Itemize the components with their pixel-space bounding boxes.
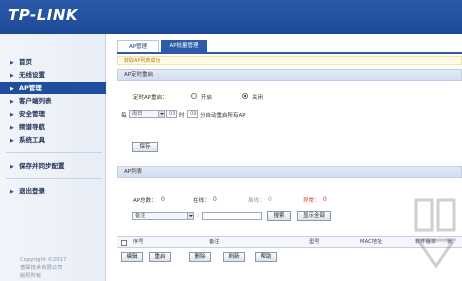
search-button[interactable]: 搜索 [267,211,291,221]
sidebar-item-label: 退出登录 [19,187,45,195]
show-all-button[interactable]: 显示全部 [297,211,331,221]
copyright-text: Copyright ©2017 普联技术有限公司 版权所有 [20,256,100,280]
sidebar-item-label: 频谱导航 [19,123,45,131]
triangle-right-icon: ▶ [10,164,14,170]
main-content: AP管理 AP批量管理 获取AP列表成功 AP定时重启 定时AP重启： 开启 关… [107,34,462,281]
reboot-panel-title: AP定时重启 [117,69,462,81]
day-select-value: 周日 [132,111,143,117]
reboot-off-radio[interactable] [242,93,248,99]
sidebar-divider [6,152,102,153]
search-input[interactable] [202,212,262,220]
refresh-button[interactable]: 刷新 [223,252,245,262]
sidebar-item-logout[interactable]: ▶ 退出登录 [0,185,106,197]
sidebar-item-label: 保存并同步配置 [19,162,65,170]
ap-list-panel-title: AP列表 [117,166,462,178]
triangle-right-icon: ▶ [10,60,14,66]
copyright-line: 版权所有 [20,273,42,279]
ap-abnormal-value: 0 [323,196,327,203]
sidebar-item-security[interactable]: ▶ 安全管理 [0,108,106,120]
sidebar-item-wireless[interactable]: ▶ 无线设置 [0,69,106,81]
delete-button[interactable]: 删除 [189,252,211,262]
hour-unit-label: 时 [179,113,185,119]
column-index: 序号 [133,239,144,245]
sidebar-item-system-tools[interactable]: ▶ 系统工具 [0,134,106,146]
triangle-right-icon: ▶ [10,112,14,118]
sidebar: ▶ 首页 ▶ 无线设置 ▶ AP管理 ▶ 客户端列表 ▶ 安全管理 ▶ 频谱导航 ▶ 系统工具… [0,34,106,281]
sidebar-item-label: 安全管理 [19,110,45,118]
ap-online-label: 在线： [193,198,210,204]
sidebar-divider [6,178,102,179]
tab-ap-management[interactable]: AP管理 [117,40,159,52]
filter-colon: : [197,213,199,219]
ap-online-value: 0 [213,196,217,203]
filter-field-select[interactable]: 备注 [132,212,194,220]
sidebar-item-label: 系统工具 [19,136,45,144]
sidebar-item-client-list[interactable]: ▶ 客户端列表 [0,95,106,107]
column-model: 型号 [309,239,320,245]
sidebar-item-spectrum[interactable]: ▶ 频谱导航 [0,121,106,133]
column-mac: MAC地址 [360,239,383,245]
download-logo-icon [414,198,457,269]
triangle-right-icon: ▶ [10,86,14,92]
ap-total-label: AP总数： [133,198,157,204]
day-select[interactable]: 周日 [129,110,165,118]
triangle-right-icon: ▶ [10,138,14,144]
reboot-on-radio[interactable] [191,93,197,99]
sidebar-item-label: 客户端列表 [19,97,52,105]
sidebar-item-home[interactable]: ▶ 首页 [0,56,106,68]
column-remark: 备注 [209,239,220,245]
ap-offline-value: 0 [268,196,272,203]
sidebar-item-label: AP管理 [19,84,42,92]
chevron-down-icon [187,213,193,219]
every-label: 每 [121,113,127,119]
reboot-on-label: 开启 [201,95,213,101]
ap-offline-label: 离线： [248,198,265,204]
sidebar-item-ap-management[interactable]: ▶ AP管理 [0,82,106,94]
tab-ap-batch-management[interactable]: AP批量管理 [161,40,207,52]
reboot-button[interactable]: 重启 [149,252,171,262]
reboot-off-label: 关闭 [252,95,264,101]
filter-select-value: 备注 [135,213,146,219]
reboot-label: 定时AP重启： [133,95,168,101]
triangle-right-icon: ▶ [10,125,14,131]
save-button[interactable]: 保存 [132,142,158,152]
minute-suffix-label: 分自动重启所有AP [200,113,246,119]
hour-input[interactable]: 03 [166,110,177,118]
chevron-down-icon [158,111,164,117]
success-notice: 获取AP列表成功 [117,56,462,65]
sidebar-item-label: 首页 [19,58,32,66]
triangle-right-icon: ▶ [10,73,14,79]
help-button[interactable]: 帮助 [255,252,277,262]
copyright-line: 普联技术有限公司 [20,265,63,271]
ap-table-header: 序号 备注 型号 MAC地址 软件版本 状 [117,236,462,248]
minute-input[interactable]: 09 [187,110,198,118]
ap-total-value: 0 [161,196,165,203]
tab-underline [117,52,462,54]
edit-button[interactable]: 编辑 [121,252,143,262]
top-header: TP-LINK [0,0,462,34]
copyright-line: Copyright ©2017 [20,257,67,263]
select-all-checkbox[interactable] [121,240,127,246]
triangle-right-icon: ▶ [10,189,14,195]
triangle-right-icon: ▶ [10,99,14,105]
sidebar-item-save-sync[interactable]: ▶ 保存并同步配置 [0,160,106,172]
ap-abnormal-label: 异常： [303,198,320,204]
sidebar-item-label: 无线设置 [19,71,45,79]
brand-logo: TP-LINK [8,6,79,24]
